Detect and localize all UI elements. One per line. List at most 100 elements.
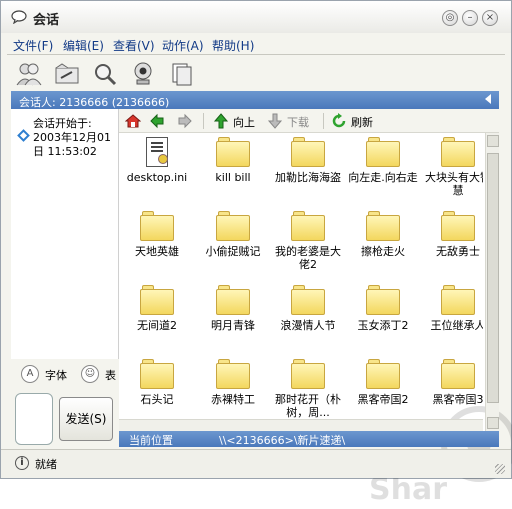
- folder-icon: [366, 137, 400, 167]
- file-item[interactable]: 我的老婆是大佬2: [270, 211, 346, 271]
- file-name: 赤裸特工: [211, 393, 255, 406]
- contacts-icon[interactable]: [15, 61, 43, 87]
- folder-icon: [291, 211, 325, 241]
- file-name: 擦枪走火: [361, 245, 405, 258]
- up-arrow-icon[interactable]: [213, 113, 229, 129]
- toolbar: [7, 57, 505, 91]
- send-button[interactable]: 发送(S): [59, 397, 113, 441]
- folder-icon: [366, 285, 400, 315]
- file-item[interactable]: 无敌勇士: [420, 211, 483, 258]
- share-folder-icon[interactable]: [53, 61, 81, 87]
- message-input[interactable]: [15, 393, 53, 445]
- minimize-icon[interactable]: –: [462, 10, 478, 26]
- scroll-down-icon[interactable]: [487, 417, 499, 429]
- horizontal-scrollbar[interactable]: [119, 419, 483, 431]
- settings-file-icon: [140, 137, 174, 167]
- file-name: 明月青锋: [211, 319, 255, 332]
- file-item[interactable]: 擦枪走火: [345, 211, 421, 258]
- file-item[interactable]: 明月青锋: [195, 285, 271, 332]
- file-item[interactable]: 向左走.向右走: [345, 137, 421, 184]
- folder-icon: [366, 211, 400, 241]
- file-name: 无敌勇士: [436, 245, 480, 258]
- file-item[interactable]: 石头记: [119, 359, 195, 406]
- folder-icon: [291, 285, 325, 315]
- folder-icon: [291, 137, 325, 167]
- menu-file[interactable]: 文件(F): [13, 37, 53, 54]
- folder-icon: [441, 211, 475, 241]
- file-name: 无间道2: [137, 319, 177, 332]
- file-name: 天地英雄: [135, 245, 179, 258]
- file-name: 大块头有大智慧: [425, 171, 483, 197]
- title-bar: 会话 ◎ – ×: [1, 1, 511, 33]
- path-bar: 当前位置 \\<2136666>\新片速递\: [119, 431, 499, 447]
- file-name: 向左走.向右走: [348, 171, 418, 184]
- webcam-icon[interactable]: [129, 61, 157, 87]
- scroll-up-icon[interactable]: [487, 135, 499, 147]
- search-icon[interactable]: [91, 61, 119, 87]
- file-browser: 向上 下载 刷新 desktop.ini kill bill 加勒比海海盗 向左走.向…: [119, 109, 512, 507]
- file-item[interactable]: 大块头有大智慧: [420, 137, 483, 197]
- session-panel: 会话开始于: 2003年12月01 日 11:53:02: [11, 109, 119, 359]
- folder-icon: [441, 137, 475, 167]
- pin-icon[interactable]: ◎: [442, 10, 458, 26]
- browser-toolbar: 向上 下载 刷新: [119, 109, 499, 133]
- menu-view[interactable]: 查看(V): [113, 37, 155, 54]
- chat-window: 会话 ◎ – × 文件(F) 编辑(E) 查看(V) 动作(A) 帮助(H) 会…: [0, 0, 512, 507]
- close-icon[interactable]: ×: [482, 10, 498, 26]
- emoji-icon[interactable]: ☺: [81, 365, 99, 383]
- refresh-icon[interactable]: [331, 113, 347, 129]
- home-icon[interactable]: [125, 113, 141, 129]
- menu-action[interactable]: 动作(A): [162, 37, 204, 54]
- window-title: 会话: [33, 13, 60, 28]
- session-time: 日 11:53:02: [33, 145, 97, 158]
- collapse-arrow-icon[interactable]: [485, 94, 491, 104]
- file-item[interactable]: 浪漫情人节: [270, 285, 346, 332]
- download-label[interactable]: 下载: [287, 114, 309, 130]
- file-item[interactable]: 赤裸特工: [195, 359, 271, 406]
- folder-icon: [366, 359, 400, 389]
- forward-icon[interactable]: [177, 113, 193, 129]
- vertical-scrollbar[interactable]: [485, 133, 499, 431]
- toolbar-separator: [203, 113, 204, 129]
- folder-icon: [140, 359, 174, 389]
- file-item[interactable]: kill bill: [195, 137, 271, 184]
- file-grid: desktop.ini kill bill 加勒比海海盗向左走.向右走大块头有大智慧…: [119, 133, 483, 431]
- up-label[interactable]: 向上: [233, 114, 255, 130]
- file-item[interactable]: 那时花开（朴树，周...: [270, 359, 346, 419]
- folder-icon: [441, 359, 475, 389]
- file-name: 加勒比海海盗: [275, 171, 341, 184]
- folder-icon: [216, 285, 250, 315]
- file-item[interactable]: 无间道2: [119, 285, 195, 332]
- menu-edit[interactable]: 编辑(E): [63, 37, 104, 54]
- folder-icon: [291, 359, 325, 389]
- file-item[interactable]: 玉女添丁2: [345, 285, 421, 332]
- refresh-label[interactable]: 刷新: [351, 114, 373, 130]
- file-name: kill bill: [215, 171, 251, 184]
- file-item[interactable]: 小偷捉贼记: [195, 211, 271, 258]
- file-name: 小偷捉贼记: [205, 245, 261, 258]
- emoji-label[interactable]: 表: [105, 367, 116, 383]
- resize-grip-icon[interactable]: [495, 464, 505, 474]
- path-label: 当前位置: [129, 434, 173, 447]
- diamond-icon: [17, 129, 30, 142]
- scroll-thumb[interactable]: [487, 153, 499, 403]
- font-icon[interactable]: A: [21, 365, 39, 383]
- file-item[interactable]: 王位继承人: [420, 285, 483, 332]
- info-icon: i: [15, 456, 29, 470]
- chat-bubble-icon: [11, 10, 27, 24]
- file-name: 玉女添丁2: [357, 319, 409, 332]
- file-item[interactable]: 加勒比海海盗: [270, 137, 346, 184]
- file-item[interactable]: desktop.ini: [119, 137, 195, 184]
- file-item[interactable]: 天地英雄: [119, 211, 195, 258]
- download-icon[interactable]: [267, 113, 283, 129]
- file-name: 王位继承人: [430, 319, 484, 332]
- format-row: A 字体 ☺ 表: [11, 359, 119, 391]
- back-icon[interactable]: [149, 113, 165, 129]
- status-text: 就绪: [35, 458, 57, 471]
- copy-icon[interactable]: [167, 61, 195, 87]
- font-label[interactable]: 字体: [45, 367, 67, 383]
- folder-icon: [140, 211, 174, 241]
- path-value: \\<2136666>\新片速递\: [219, 434, 346, 447]
- menu-help[interactable]: 帮助(H): [212, 37, 254, 54]
- folder-icon: [140, 285, 174, 315]
